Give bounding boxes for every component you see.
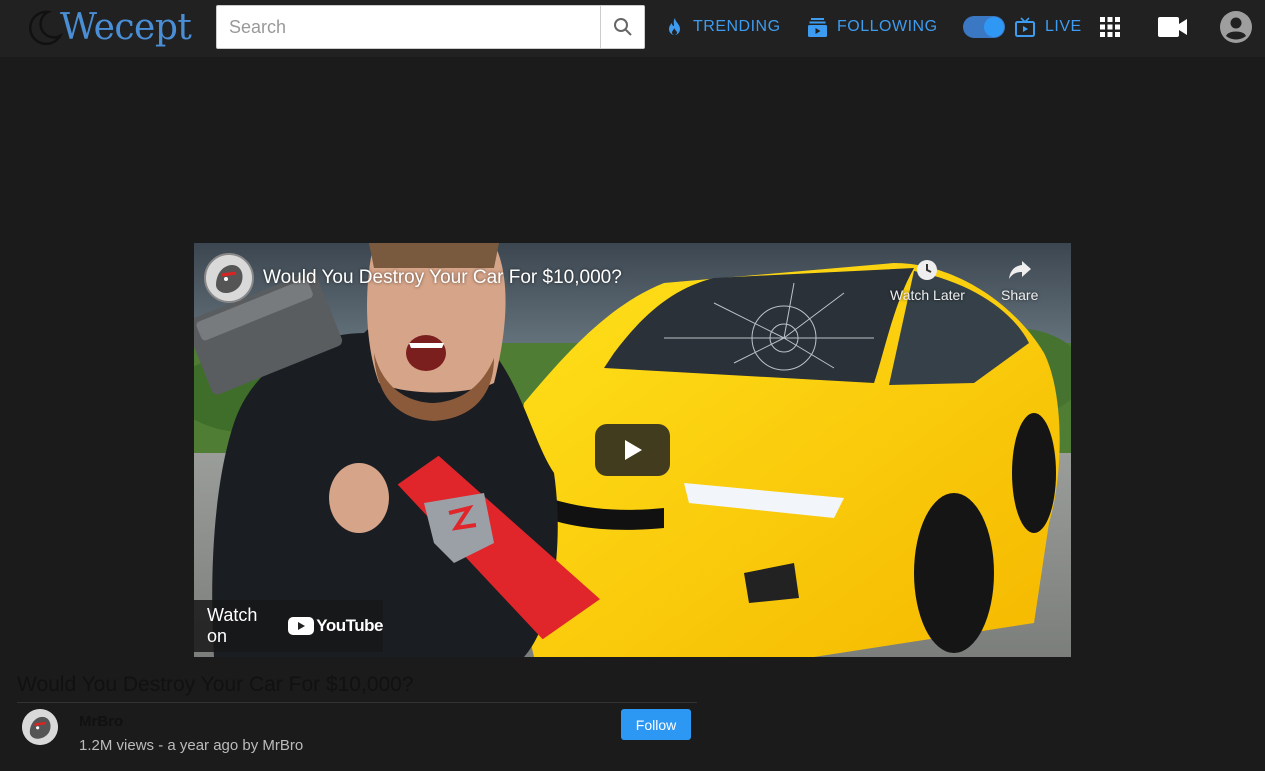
title-divider [17, 702, 697, 703]
brand-logo[interactable]: Wecept [22, 6, 192, 48]
video-camera-icon [1158, 17, 1187, 37]
play-icon [624, 440, 642, 460]
panther-logo-icon [206, 255, 252, 301]
search-input[interactable] [217, 6, 601, 48]
search-icon [613, 18, 632, 36]
watch-on-youtube-link[interactable]: Watch on YouTube [194, 600, 383, 652]
nav-following-label: FOLLOWING [837, 18, 938, 35]
account-circle-icon [1220, 11, 1252, 43]
apps-button[interactable] [1100, 17, 1120, 37]
search-button[interactable] [600, 6, 644, 48]
flame-icon [669, 18, 680, 35]
play-button[interactable] [595, 424, 670, 476]
live-tv-icon [1015, 17, 1035, 37]
nav-live-label: LIVE [1045, 18, 1082, 35]
brand-name: Wecept [60, 6, 192, 48]
toggle-knob [984, 17, 1004, 37]
video-meta: 1.2M views - a year ago by MrBro [79, 737, 304, 754]
channel-avatar-small[interactable] [22, 709, 58, 745]
share-arrow-icon [1008, 261, 1031, 279]
clock-icon [917, 260, 938, 280]
player-video-title[interactable]: Would You Destroy Your Car For $10,000? [263, 267, 622, 289]
share-button[interactable]: Share [1001, 259, 1038, 303]
top-bar: Wecept TRENDING FOLLOWING [0, 0, 1265, 57]
youtube-logo: YouTube [288, 616, 383, 636]
upload-video-button[interactable] [1158, 16, 1188, 38]
apps-grid-icon [1100, 17, 1120, 37]
nav-following[interactable]: FOLLOWING [808, 16, 938, 38]
video-player[interactable]: Would You Destroy Your Car For $10,000? … [194, 243, 1071, 657]
search-box [216, 5, 645, 49]
watch-later-label: Watch Later [890, 287, 965, 303]
share-label: Share [1001, 287, 1039, 303]
subscriptions-icon [808, 18, 827, 37]
follow-button[interactable]: Follow [621, 709, 691, 740]
channel-name[interactable]: MrBro [79, 713, 123, 730]
nav-trending[interactable]: TRENDING [666, 16, 781, 38]
video-title: Would You Destroy Your Car For $10,000? [17, 673, 414, 696]
nav-live[interactable]: LIVE [1015, 16, 1082, 38]
youtube-play-icon [288, 617, 315, 635]
panther-logo-icon [22, 709, 58, 745]
watch-later-button[interactable]: Watch Later [890, 259, 965, 303]
watch-on-label: Watch on [207, 605, 258, 646]
nav-trending-label: TRENDING [693, 18, 781, 35]
theme-toggle[interactable] [963, 16, 1005, 38]
channel-avatar[interactable] [204, 253, 254, 303]
account-button[interactable] [1220, 11, 1252, 43]
youtube-brand: YouTube [316, 616, 383, 635]
moon-icon [28, 10, 64, 46]
